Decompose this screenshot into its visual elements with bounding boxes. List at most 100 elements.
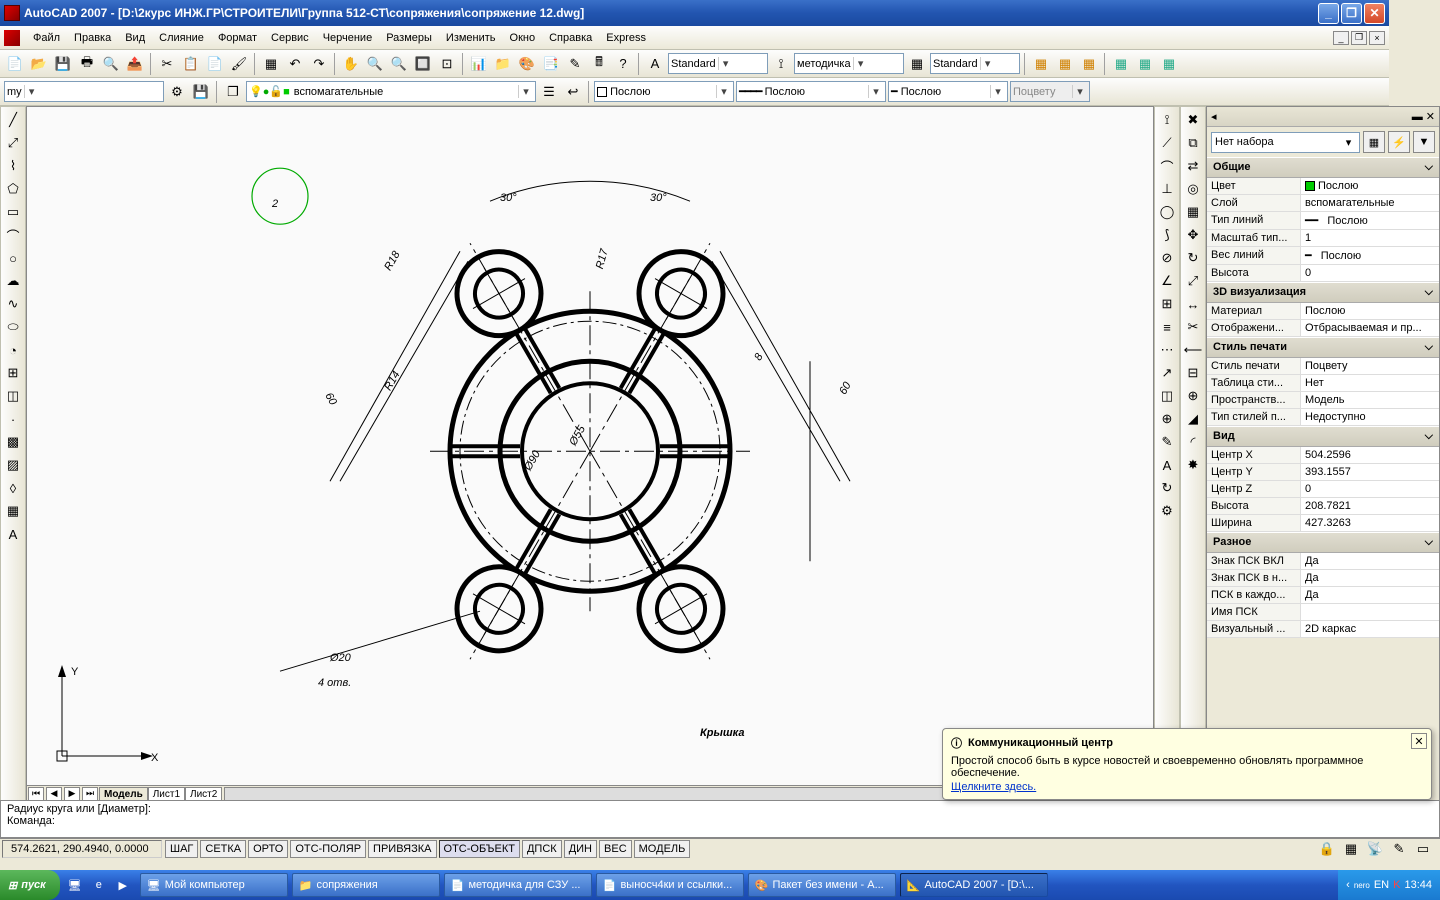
- menu-view[interactable]: Вид: [118, 29, 152, 47]
- copy-icon[interactable]: 📋: [180, 53, 202, 75]
- dim-tolerance-icon[interactable]: ◫: [1156, 385, 1178, 407]
- zoom-win-icon[interactable]: 🔲: [412, 53, 434, 75]
- region-icon[interactable]: ◊: [2, 477, 24, 499]
- prop-ptable-val[interactable]: Нет: [1301, 375, 1439, 391]
- system-tray[interactable]: ‹ nero EN K 13:44: [1338, 870, 1440, 900]
- props-header[interactable]: ◂▬ ✕: [1207, 107, 1439, 127]
- props-selection-combo[interactable]: Нет набора▾: [1211, 132, 1360, 153]
- menu-express[interactable]: Express: [599, 29, 653, 47]
- status-lock-icon[interactable]: 🔒: [1316, 838, 1338, 860]
- prop-height-val[interactable]: 0: [1301, 265, 1439, 281]
- chamfer-icon[interactable]: ◢: [1182, 408, 1204, 430]
- menu-dimension[interactable]: Размеры: [379, 29, 439, 47]
- zoom-prev-icon[interactable]: 🔍: [388, 53, 410, 75]
- explode-icon[interactable]: ✸: [1182, 454, 1204, 476]
- new-icon[interactable]: 📄: [4, 53, 26, 75]
- dim-edit-icon[interactable]: ✎: [1156, 431, 1178, 453]
- et-3-icon[interactable]: ▦: [1078, 53, 1100, 75]
- dim-leader-icon[interactable]: ↗: [1156, 362, 1178, 384]
- cut-icon[interactable]: ✂: [156, 53, 178, 75]
- mirror-icon[interactable]: ⇄: [1182, 155, 1204, 177]
- dyn-toggle[interactable]: ДИН: [564, 840, 597, 858]
- props-icon[interactable]: 📊: [468, 53, 490, 75]
- notification-link[interactable]: Щелкните здесь.: [951, 781, 1036, 793]
- match-icon[interactable]: 🖌: [228, 53, 250, 75]
- prop-ltscale-val[interactable]: 1: [1301, 230, 1439, 246]
- status-tray2-icon[interactable]: 📡: [1364, 838, 1386, 860]
- menu-window[interactable]: Окно: [503, 29, 543, 47]
- tab-last[interactable]: ⏭: [82, 787, 98, 801]
- prop-material-val[interactable]: Послою: [1301, 303, 1439, 319]
- menu-file[interactable]: Файл: [26, 29, 67, 47]
- open-icon[interactable]: 📂: [28, 53, 50, 75]
- dim-style-icon[interactable]: ⚙: [1156, 500, 1178, 522]
- snap-toggle[interactable]: ШАГ: [165, 840, 198, 858]
- tablestyle-icon[interactable]: ▦: [906, 53, 928, 75]
- prop-color-val[interactable]: Послою: [1301, 178, 1439, 194]
- tab-model[interactable]: Модель: [99, 787, 148, 801]
- mdi-minimize[interactable]: _: [1333, 31, 1349, 45]
- status-clean-icon[interactable]: ▭: [1412, 838, 1434, 860]
- block-icon[interactable]: ▦: [260, 53, 282, 75]
- prop-cx-val[interactable]: 504.2596: [1301, 447, 1439, 463]
- designctr-icon[interactable]: 📁: [492, 53, 514, 75]
- dim-angular-icon[interactable]: ∠: [1156, 270, 1178, 292]
- table-icon[interactable]: ▦: [2, 500, 24, 522]
- text-style-combo[interactable]: Standard▾: [668, 53, 768, 74]
- layer-make-icon[interactable]: ☰: [538, 81, 560, 103]
- ortho-toggle[interactable]: ОРТО: [248, 840, 288, 858]
- array-icon[interactable]: ▦: [1182, 201, 1204, 223]
- menu-edit[interactable]: Правка: [67, 29, 118, 47]
- prop-vw-val[interactable]: 427.3263: [1301, 515, 1439, 531]
- task-mycomputer[interactable]: 🖥Мой компьютер: [140, 873, 288, 897]
- hatch-icon[interactable]: ▩: [2, 431, 24, 453]
- tab-first[interactable]: ⏮: [28, 787, 44, 801]
- make-block-icon[interactable]: ◫: [2, 385, 24, 407]
- gradient-icon[interactable]: ▨: [2, 454, 24, 476]
- et-5-icon[interactable]: ▦: [1134, 53, 1156, 75]
- erase-icon[interactable]: ✖: [1182, 109, 1204, 131]
- tab-sheet2[interactable]: Лист2: [185, 787, 222, 801]
- et-1-icon[interactable]: ▦: [1030, 53, 1052, 75]
- polar-toggle[interactable]: ОТС-ПОЛЯР: [290, 840, 366, 858]
- prop-pstyle-val[interactable]: Поцвету: [1301, 358, 1439, 374]
- menu-modify[interactable]: Изменить: [439, 29, 503, 47]
- dim-jog-icon[interactable]: ⟆: [1156, 224, 1178, 246]
- tab-next[interactable]: ▶: [64, 787, 80, 801]
- dim-continue-icon[interactable]: ⋯: [1156, 339, 1178, 361]
- tray-clock[interactable]: 13:44: [1404, 879, 1432, 891]
- task-autocad[interactable]: 📐AutoCAD 2007 - [D:\...: [900, 873, 1048, 897]
- menu-format[interactable]: Формат: [211, 29, 264, 47]
- et-2-icon[interactable]: ▦: [1054, 53, 1076, 75]
- paste-icon[interactable]: 📄: [204, 53, 226, 75]
- trim-icon[interactable]: ✂: [1182, 316, 1204, 338]
- revcloud-icon[interactable]: ☁: [2, 270, 24, 292]
- preview-icon[interactable]: 🔍: [100, 53, 122, 75]
- prop-ucs4-val[interactable]: [1301, 604, 1439, 620]
- table-style-combo[interactable]: Standard▾: [930, 53, 1020, 74]
- start-button[interactable]: ⊞ пуск: [0, 870, 60, 900]
- xline-icon[interactable]: ⤢: [2, 132, 24, 154]
- prop-ltype-val[interactable]: ━━ Послою: [1301, 212, 1439, 229]
- publish-icon[interactable]: 📤: [124, 53, 146, 75]
- arc-icon[interactable]: ⌒: [2, 224, 24, 246]
- task-word2[interactable]: 📄выносч4ки и ссылки...: [596, 873, 744, 897]
- menu-tools[interactable]: Сервис: [264, 29, 316, 47]
- task-word1[interactable]: 📄методичка для СЗУ ...: [444, 873, 592, 897]
- markup-icon[interactable]: ✎: [564, 53, 586, 75]
- tray-nero-icon[interactable]: nero: [1354, 881, 1370, 890]
- spline-icon[interactable]: ∿: [2, 293, 24, 315]
- close-button[interactable]: ✕: [1364, 3, 1385, 24]
- zoom-rt-icon[interactable]: 🔍: [364, 53, 386, 75]
- dim-baseline-icon[interactable]: ≡: [1156, 316, 1178, 338]
- task-corel[interactable]: 🎨Пакет без имени - A...: [748, 873, 896, 897]
- command-line[interactable]: Радиус круга или [Диаметр]: Команда:: [0, 800, 1440, 838]
- zoom-all-icon[interactable]: ⊡: [436, 53, 458, 75]
- break-icon[interactable]: ⊟: [1182, 362, 1204, 384]
- layer-manager-icon[interactable]: ❐: [222, 81, 244, 103]
- stretch-icon[interactable]: ↔: [1182, 293, 1204, 315]
- dim-ordinate-icon[interactable]: ⊥: [1156, 178, 1178, 200]
- dim-update-icon[interactable]: ↻: [1156, 477, 1178, 499]
- line-icon[interactable]: ╱: [2, 109, 24, 131]
- ellipse-arc-icon[interactable]: ◔: [2, 339, 24, 361]
